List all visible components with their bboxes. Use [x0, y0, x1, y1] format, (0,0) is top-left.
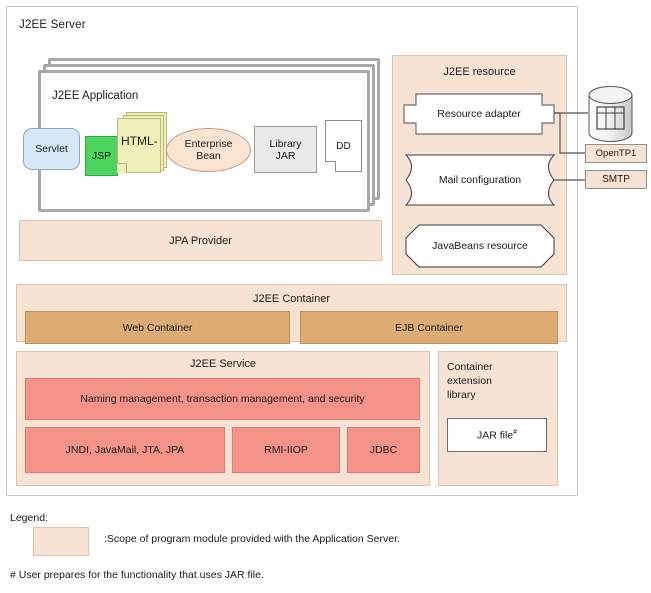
resource-adapter-shape: Resource adapter — [403, 93, 555, 135]
jpa-provider-box: JPA Provider — [19, 220, 382, 261]
legend-color-swatch — [33, 527, 89, 556]
footnote-text: # User prepares for the functionality th… — [10, 569, 264, 581]
html-label: HTML- — [121, 134, 158, 148]
cel-title-line1: Container — [447, 361, 493, 373]
document-fold-corner — [325, 161, 336, 172]
database-cylinder-icon — [588, 86, 633, 142]
service-block-jdbc: JDBC — [347, 427, 420, 473]
j2ee-container-title: J2EE Container — [252, 293, 331, 305]
library-jar-label-line2: JAR — [275, 149, 296, 162]
deployment-descriptor-document: DD — [325, 120, 362, 172]
ejb-container-box: EJB Container — [300, 311, 558, 344]
jar-file-box: JAR file# — [447, 418, 547, 452]
page-fold-corner — [117, 163, 127, 173]
dd-label: DD — [336, 140, 351, 152]
container-extension-library-title: Container extension library — [447, 360, 543, 402]
enterprise-bean-ellipse: Enterprise Bean — [166, 128, 251, 172]
library-jar-box: Library JAR — [254, 126, 317, 173]
j2ee-application-title: J2EE Application — [52, 90, 139, 102]
enterprise-bean-label-line1: Enterprise — [184, 138, 233, 150]
j2ee-server-title: J2EE Server — [19, 19, 86, 31]
service-naming-transaction-security-box: Naming management, transaction managemen… — [25, 378, 420, 420]
resource-adapter-label: Resource adapter — [437, 108, 521, 120]
diagram-canvas: J2EE Server J2EE Application Servlet JSP… — [0, 0, 651, 593]
jar-file-label: JAR file — [476, 429, 514, 442]
enterprise-bean-label-line2: Bean — [196, 150, 221, 162]
cel-title-line2: extension — [447, 375, 492, 387]
javabeans-resource-shape: JavaBeans resource — [405, 224, 555, 268]
library-jar-label-line1: Library — [269, 137, 302, 150]
j2ee-resource-title: J2EE resource — [443, 66, 516, 78]
service-block-jndi: JNDI, JavaMail, JTA, JPA — [25, 427, 225, 473]
opentp1-endpoint: OpenTP1 — [585, 144, 647, 163]
legend-heading: Legend: — [10, 512, 48, 524]
smtp-endpoint: SMTP — [585, 170, 647, 189]
javabeans-resource-label: JavaBeans resource — [432, 240, 528, 252]
jsp-box: JSP — [85, 136, 118, 176]
web-container-box: Web Container — [25, 311, 290, 344]
servlet-box: Servlet — [23, 128, 80, 170]
mail-configuration-shape: Mail configuration — [404, 154, 556, 206]
cel-title-line3: library — [447, 389, 476, 401]
jar-file-footnote-marker: # — [513, 428, 518, 436]
legend-swatch-description: :Scope of program module provided with t… — [104, 533, 400, 545]
service-block-rmi-iiop: RMI-IIOP — [232, 427, 340, 473]
mail-configuration-label: Mail configuration — [438, 174, 522, 186]
j2ee-service-title: J2EE Service — [189, 358, 257, 370]
